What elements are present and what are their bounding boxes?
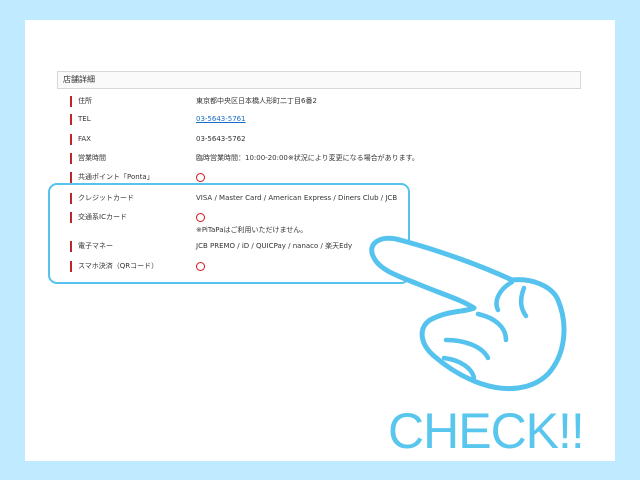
check-overlay-text: CHECK!! — [388, 403, 585, 459]
tel-label: TEL — [78, 115, 91, 123]
fax-value: 03-5643-5762 — [196, 135, 246, 143]
highlight-box — [48, 183, 410, 284]
hours-label: 営業時間 — [78, 154, 106, 162]
accent-bar — [70, 114, 72, 125]
red-circle-icon — [196, 173, 205, 182]
section-header: 店舗詳細 — [57, 71, 581, 89]
accent-bar — [70, 172, 72, 183]
address-label: 住所 — [78, 97, 92, 105]
accent-bar — [70, 153, 72, 164]
accent-bar — [70, 96, 72, 107]
address-value: 東京都中央区日本橋人形町二丁目6番2 — [196, 97, 317, 105]
fax-label: FAX — [78, 135, 91, 143]
hours-value: 臨時営業時間：10:00-20:00※状況により変更になる場合があります。 — [196, 154, 419, 162]
accent-bar — [70, 134, 72, 145]
tel-link[interactable]: 03-5643-5761 — [196, 115, 246, 123]
pointing-hand-icon — [369, 235, 567, 392]
